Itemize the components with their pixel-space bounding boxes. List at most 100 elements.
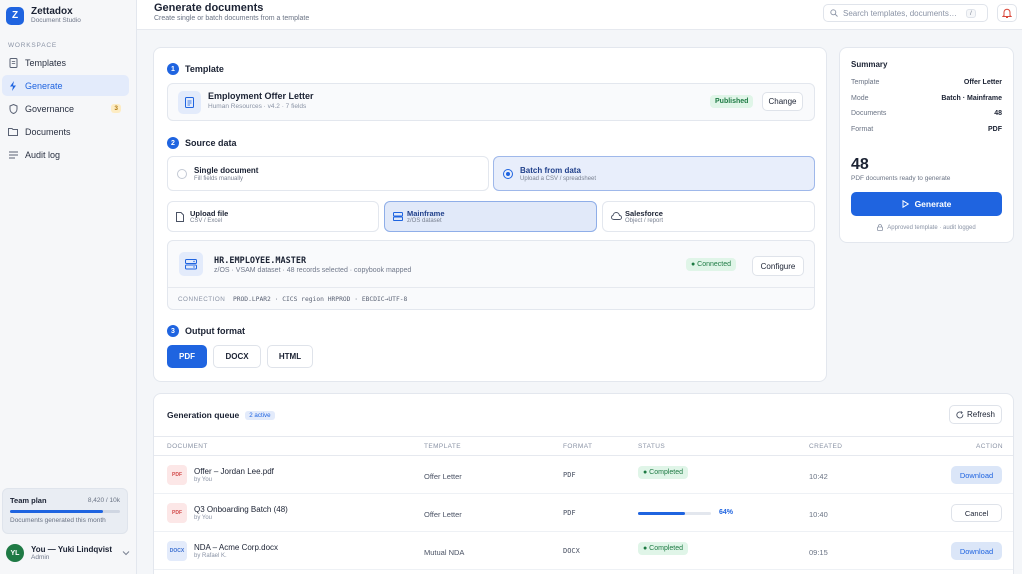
step-title: Template	[185, 64, 224, 74]
connection-status-badge: ● Connected	[686, 258, 737, 271]
format-html-button[interactable]: HTML	[267, 345, 313, 368]
active-count-badge: 2 active	[245, 410, 275, 420]
docx-file-icon: DOCX	[167, 541, 187, 561]
refresh-button[interactable]: Refresh	[949, 405, 1002, 424]
summary-value: 48	[994, 110, 1002, 117]
step-number: 3	[167, 325, 179, 337]
brand-subtitle: Document Studio	[31, 17, 81, 24]
brand-logo: Z	[6, 6, 24, 25]
generate-label: Generate	[914, 199, 952, 209]
connection-value: PROD.LPAR2 · CICS region HRPROD · EBCDIC…	[232, 296, 408, 303]
folder-icon	[8, 127, 18, 137]
source-upload-file[interactable]: Upload file CSV / Excel	[167, 201, 379, 232]
user-name: You — Yuki Lindqvist	[31, 545, 113, 554]
radio-selected[interactable]	[503, 169, 513, 179]
radio-unselected[interactable]	[177, 169, 187, 179]
sidebar-item-templates[interactable]: Templates	[2, 52, 129, 73]
change-template-button[interactable]: Change	[762, 92, 803, 111]
column-header: FORMAT	[563, 443, 593, 450]
configure-button[interactable]: Configure	[752, 256, 804, 276]
plan-count: 8,420 / 10k	[87, 497, 120, 504]
shield-icon	[8, 103, 18, 114]
refresh-label: Refresh	[966, 410, 995, 419]
document-name[interactable]: NDA – Acme Corp.docx	[194, 543, 278, 552]
bolt-icon	[8, 80, 18, 91]
generation-queue-card: Generation queue 2 active Refresh DOCUME…	[153, 393, 1014, 574]
row-created: 10:40	[809, 510, 828, 519]
governance-count-badge: 3	[111, 104, 121, 113]
row-template: Mutual NDA	[424, 548, 465, 557]
plan-caption: Documents generated this month	[10, 517, 106, 524]
document-name[interactable]: Q3 Onboarding Batch (48)	[194, 505, 288, 514]
row-format: PDF	[563, 509, 576, 517]
list-icon	[8, 150, 18, 160]
table-row: PDF Offer – Jordan Lee.pdf by You Offer …	[154, 456, 1013, 494]
sidebar-item-governance[interactable]: Governance 3	[2, 98, 129, 119]
mode-single-document[interactable]: Single document Fill fields manually	[167, 156, 489, 191]
row-format: PDF	[563, 471, 576, 479]
document-author: by You	[194, 515, 213, 521]
search-shortcut: /	[966, 8, 976, 18]
server-icon	[393, 212, 403, 221]
avatar: YL	[6, 544, 24, 562]
template-name: Employment Offer Letter	[208, 91, 314, 101]
download-button[interactable]: Download	[951, 466, 1002, 484]
connection-details: CONNECTION PROD.LPAR2 · CICS region HRPR…	[178, 296, 407, 303]
format-pdf-button[interactable]: PDF	[167, 345, 207, 368]
search-input[interactable]	[843, 8, 961, 18]
column-header: DOCUMENT	[167, 443, 208, 450]
sidebar-item-label: Documents	[25, 126, 71, 137]
user-menu[interactable]: YL You — Yuki Lindqvist Admin	[6, 544, 130, 562]
user-role: Admin	[31, 554, 50, 561]
notifications-button[interactable]	[997, 4, 1017, 22]
divider	[168, 287, 814, 288]
progress-fill	[638, 512, 685, 515]
summary-value: PDF	[988, 126, 1002, 133]
generate-form-card: 1 Template Employment Offer Letter Human…	[153, 47, 827, 382]
pdf-file-icon: PDF	[167, 465, 187, 485]
summary-row-documents: Documents 48	[851, 110, 1002, 117]
template-step-heading: 1 Template	[167, 63, 224, 75]
step-number: 2	[167, 137, 179, 149]
status-badge: ● Completed	[638, 542, 689, 555]
brand[interactable]: Z Zettadox Document Studio	[6, 6, 81, 25]
search-box[interactable]: /	[823, 4, 988, 22]
sidebar-item-audit-log[interactable]: Audit log	[2, 144, 129, 165]
format-docx-button[interactable]: DOCX	[213, 345, 261, 368]
summary-row-mode: Mode Batch · Mainframe	[851, 95, 1002, 102]
document-name[interactable]: Offer – Jordan Lee.pdf	[194, 467, 274, 476]
summary-row-template: Template Offer Letter	[851, 79, 1002, 86]
mode-batch-from-data[interactable]: Batch from data Upload a CSV / spreadshe…	[493, 156, 815, 191]
source-title: Upload file	[190, 209, 229, 218]
document-author: by Rafael K.	[194, 553, 227, 559]
queue-title-text: Generation queue	[167, 410, 240, 420]
row-created: 10:42	[809, 472, 828, 481]
table-header: DOCUMENT TEMPLATE FORMAT STATUS CREATED …	[154, 436, 1013, 456]
plan-card: Team plan 8,420 / 10k Documents generate…	[2, 488, 128, 534]
sidebar: Z Zettadox Document Studio WORKSPACE Tem…	[0, 0, 137, 574]
source-subtitle: z/OS dataset	[407, 218, 442, 224]
sidebar-item-generate[interactable]: Generate	[2, 75, 129, 96]
source-subtitle: CSV / Excel	[190, 218, 223, 224]
source-salesforce[interactable]: Salesforce Object / report	[602, 201, 815, 232]
cancel-button[interactable]: Cancel	[951, 504, 1002, 522]
summary-title: Summary	[851, 60, 888, 69]
server-icon	[179, 252, 203, 276]
column-header: CREATED	[809, 443, 843, 450]
plan-usage-bar	[10, 510, 120, 513]
source-subtitle: Object / report	[625, 218, 664, 224]
plan-usage-fill	[10, 510, 103, 513]
file-icon	[8, 57, 18, 68]
download-button[interactable]: Download	[951, 542, 1002, 560]
progress-percent: 64%	[719, 509, 734, 516]
generate-button[interactable]: Generate	[851, 192, 1002, 216]
sidebar-item-documents[interactable]: Documents	[2, 121, 129, 142]
summary-footer-text: Approved template · audit logged	[887, 224, 976, 231]
source-mainframe[interactable]: Mainframe z/OS dataset	[384, 201, 597, 232]
summary-key: Mode	[851, 95, 869, 102]
table-row: DOCX NDA – Acme Corp.docx by Rafael K. M…	[154, 532, 1013, 570]
summary-value: Batch · Mainframe	[941, 95, 1002, 102]
selected-template: Employment Offer Letter Human Resources …	[167, 83, 815, 121]
search-icon	[830, 9, 838, 17]
dataset-name: HR.EMPLOYEE.MASTER	[214, 256, 307, 266]
